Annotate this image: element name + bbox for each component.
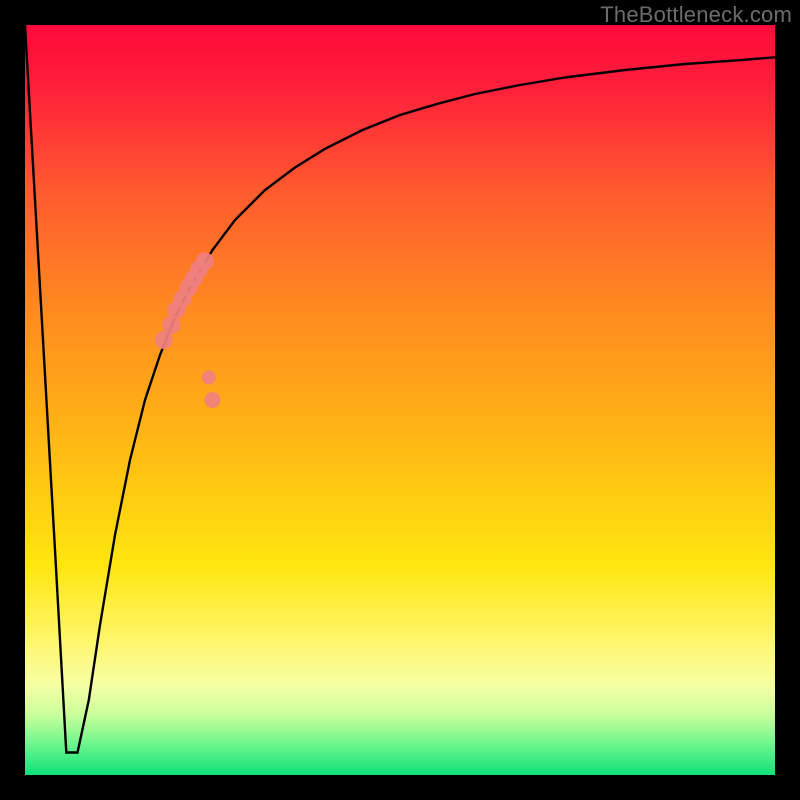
chart-frame: TheBottleneck.com bbox=[0, 0, 800, 800]
bottleneck-curve bbox=[25, 25, 775, 753]
data-markers bbox=[155, 252, 221, 408]
data-marker bbox=[196, 252, 214, 270]
data-marker bbox=[202, 371, 216, 385]
chart-svg bbox=[25, 25, 775, 775]
watermark-text: TheBottleneck.com bbox=[600, 2, 792, 28]
data-marker bbox=[205, 392, 221, 408]
